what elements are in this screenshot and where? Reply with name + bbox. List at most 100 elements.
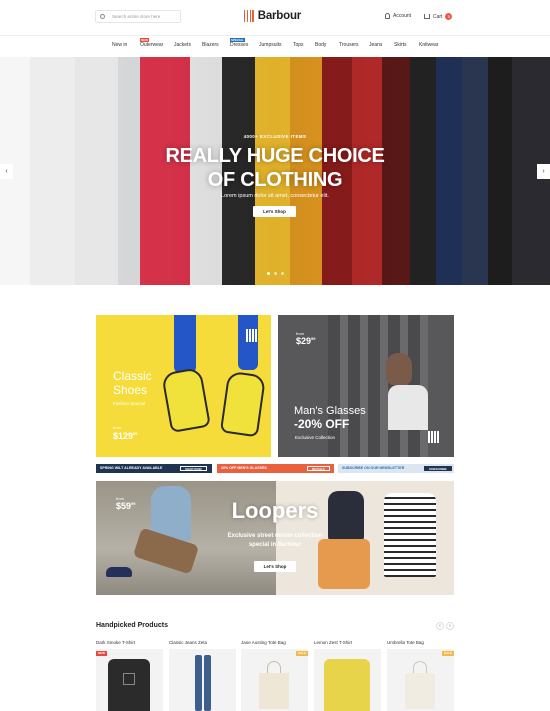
product-name[interactable]: Lemon Zest T-Shirt <box>314 640 381 645</box>
leg-left-image <box>174 315 196 373</box>
price-cents: 99 <box>311 336 316 341</box>
site-header: Search entire store here Barbour Account… <box>0 0 550 36</box>
leg-right-image <box>238 315 258 370</box>
nav-badge: SPECIAL <box>230 38 246 42</box>
product-image[interactable] <box>169 649 236 711</box>
handpicked-title: Handpicked Products <box>96 622 168 629</box>
promo-text: SUBSCRIBE ON OUR NEWSLETTER <box>342 466 405 470</box>
slider-dot[interactable] <box>274 272 277 275</box>
product-card[interactable]: Jane Austing Tote Bag SALE <box>241 640 308 711</box>
site-logo[interactable]: Barbour <box>244 9 301 23</box>
user-icon <box>385 13 390 19</box>
loopers-description: Exclusive street denim collection specia… <box>96 532 454 550</box>
price-value: $29 <box>296 336 312 346</box>
cart-icon <box>424 14 430 19</box>
loopers-line2: special in Barbour <box>248 542 302 548</box>
product-image[interactable] <box>314 649 381 711</box>
nav-item-trousers[interactable]: Trousers <box>339 42 359 48</box>
price-cents: 99 <box>133 431 138 436</box>
glasses-title: Man's Glasses <box>294 405 366 417</box>
tote-bag-image <box>405 673 435 709</box>
slider-dot[interactable] <box>267 272 270 275</box>
shoe-right-image <box>219 370 267 438</box>
nav-item-tops[interactable]: Tops <box>293 42 304 48</box>
nav-item-knitwear[interactable]: Knitwear <box>419 42 438 48</box>
product-card[interactable]: Dark Smoke T-Shirt NEW <box>96 640 163 711</box>
product-badge: SALE <box>295 651 308 656</box>
cart-link[interactable]: Cart 0 <box>424 13 453 20</box>
nav-label: Body <box>315 42 327 48</box>
loopers-title: Loopers <box>231 498 319 523</box>
hero-description: Lorem ipsum dolor sit amet, consectetur … <box>221 193 329 199</box>
shoes-title-line1: Classic <box>113 369 152 383</box>
product-badge: SALE <box>441 651 454 656</box>
product-image[interactable]: NEW <box>96 649 163 711</box>
chevron-right-icon[interactable]: › <box>537 164 550 179</box>
subscribe-button[interactable]: SUBSCRIBE <box>424 466 452 471</box>
glasses-banner[interactable]: from $2999 Man's Glasses -20% OFF Exclus… <box>278 315 454 457</box>
product-name[interactable]: Classic Jeans Zeta <box>169 640 236 645</box>
nav-item-jackets[interactable]: Jackets <box>174 42 191 48</box>
man-head-image <box>386 353 412 385</box>
promo-text: SPRING WILT ALREADY AVAILABLE <box>100 466 163 470</box>
product-name[interactable]: Umbrella Tote Bag <box>387 640 454 645</box>
hero-slider: 4000+ EXCLUSIVE ITEMS REALLY HUGE CHOICE… <box>0 57 550 285</box>
chevron-right-icon[interactable]: › <box>446 622 454 630</box>
nav-label: Tops <box>293 42 304 48</box>
shoes-from-label: from <box>113 425 121 430</box>
product-card[interactable]: Umbrella Tote Bag SALE <box>387 640 454 711</box>
cart-label: Cart <box>433 13 443 20</box>
shoes-title-line2: Shoes <box>113 383 148 397</box>
search-icon[interactable] <box>100 14 105 19</box>
main-nav: New in NEW Outerwear Jackets Blazers SPEC… <box>0 36 550 56</box>
product-name[interactable]: Jane Austing Tote Bag <box>241 640 308 645</box>
product-image[interactable]: SALE <box>387 649 454 711</box>
price-value: $129 <box>113 431 134 441</box>
tshirt-dark-image <box>108 659 150 711</box>
promo-spring: SPRING WILT ALREADY AVAILABLE SHOP NOW <box>96 464 212 473</box>
product-card[interactable]: Classic Jeans Zeta <box>169 640 236 711</box>
account-link[interactable]: Account <box>385 13 411 19</box>
promo-text: 20% OFF MEN'S GLASSES <box>221 466 267 470</box>
search-input[interactable]: Search entire store here <box>95 10 181 23</box>
nav-item-jumpsuits[interactable]: Jumpsuits <box>259 42 282 48</box>
chevron-left-icon[interactable]: ‹ <box>436 622 444 630</box>
loopers-banner[interactable]: from $5999 Loopers Exclusive street deni… <box>96 481 454 595</box>
logo-bars-icon <box>244 10 254 22</box>
loopers-shop-button[interactable]: Let's Shop <box>254 561 296 572</box>
shop-now-button[interactable]: SHOP NOW <box>180 466 207 471</box>
slider-dot[interactable] <box>281 272 284 275</box>
search-placeholder: Search entire store here <box>112 14 161 19</box>
tote-bag-image <box>259 673 289 709</box>
hero-title: REALLY HUGE CHOICE OF CLOTHING <box>0 144 550 192</box>
jeans-leg-image <box>204 655 211 711</box>
nav-item-body[interactable]: Body <box>315 42 326 48</box>
loopers-line1: Exclusive street denim collection <box>227 533 323 539</box>
nav-item-blazers[interactable]: Blazers <box>202 42 219 48</box>
promo-glasses: 20% OFF MEN'S GLASSES DETAILS <box>217 464 334 473</box>
glasses-discount: -20% OFF <box>294 417 350 431</box>
nav-item-dresses[interactable]: SPECIAL Dresses <box>230 38 248 48</box>
chevron-left-icon[interactable]: ‹ <box>0 164 13 179</box>
shoes-banner[interactable]: Classic Shoes Fashion Special from $1299… <box>96 315 271 457</box>
nav-label: New in <box>112 42 128 48</box>
tshirt-print-image <box>123 673 135 685</box>
hero-title-line2: OF CLOTHING <box>207 169 343 191</box>
nav-label: Jumpsuits <box>259 42 282 48</box>
logo-text: Barbour <box>257 10 302 22</box>
nav-item-new-in[interactable]: New in <box>112 42 127 48</box>
account-label: Account <box>393 13 412 19</box>
product-image[interactable]: SALE <box>241 649 308 711</box>
nav-label: Trousers <box>339 42 359 48</box>
nav-item-jeans[interactable]: Jeans <box>369 42 382 48</box>
nav-item-outerwear[interactable]: NEW Outerwear <box>140 38 163 48</box>
product-name[interactable]: Dark Smoke T-Shirt <box>96 640 163 645</box>
hero-title-line1: REALLY HUGE CHOICE <box>165 145 385 167</box>
promo-newsletter: SUBSCRIBE ON OUR NEWSLETTER SUBSCRIBE <box>338 464 454 473</box>
details-button[interactable]: DETAILS <box>307 466 330 471</box>
hero-shop-button[interactable]: Let's Shop <box>253 206 296 217</box>
brand-bars-icon <box>246 329 257 342</box>
product-card[interactable]: Lemon Zest T-Shirt <box>314 640 381 711</box>
slider-dots <box>267 272 284 275</box>
nav-item-skirts[interactable]: Skirts <box>394 42 407 48</box>
